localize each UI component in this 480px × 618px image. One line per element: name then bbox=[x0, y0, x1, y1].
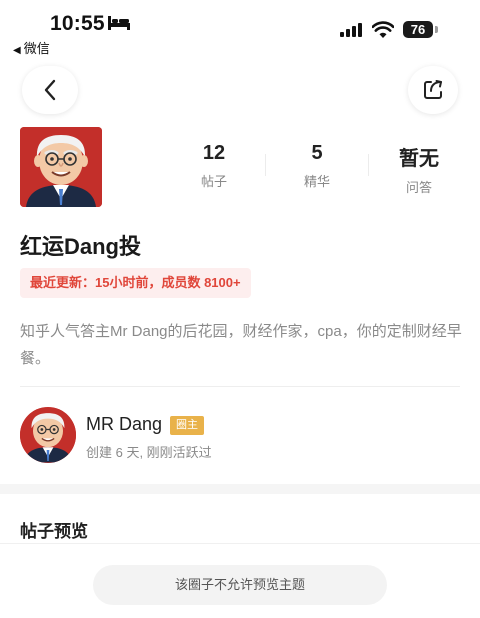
stat-label: 精华 bbox=[303, 174, 330, 189]
bed-icon bbox=[108, 16, 130, 30]
battery-icon: 76 bbox=[403, 21, 433, 38]
posts-preview-title: 帖子预览 bbox=[20, 522, 88, 541]
circle-title: 红运Dang投 bbox=[20, 234, 142, 259]
share-button[interactable] bbox=[408, 66, 458, 114]
wifi-icon bbox=[372, 21, 394, 38]
clock: 10:55 bbox=[50, 12, 105, 35]
back-to-wechat[interactable]: ◀ 微信 bbox=[13, 38, 50, 57]
stat-qa[interactable]: 暂无 问答 bbox=[379, 142, 459, 196]
owner-avatar[interactable] bbox=[20, 407, 76, 463]
stat-divider bbox=[265, 154, 266, 176]
owner-name[interactable]: MR Dang bbox=[86, 414, 162, 435]
stat-label: 帖子 bbox=[200, 174, 227, 189]
back-app-label: 微信 bbox=[23, 41, 50, 56]
stat-value: 5 bbox=[311, 142, 323, 164]
stat-value: 暂无 bbox=[399, 148, 439, 170]
divider bbox=[0, 543, 480, 544]
divider bbox=[20, 386, 460, 387]
stat-divider bbox=[368, 154, 369, 176]
status-bar: 10:55 ◀ 微信 76 bbox=[0, 0, 480, 58]
owner-activity: 创建 6 天, 刚刚活跃过 bbox=[86, 445, 212, 460]
signal-icon bbox=[340, 23, 362, 37]
stat-posts[interactable]: 12 帖子 bbox=[174, 142, 254, 190]
update-status-badge: 最近更新：15小时前，成员数 8100+ bbox=[20, 268, 251, 298]
circle-cover-image bbox=[20, 127, 102, 207]
preview-not-allowed-notice: 该圈子不允许预览主题 bbox=[93, 565, 387, 605]
stat-featured[interactable]: 5 精华 bbox=[277, 142, 357, 190]
back-button[interactable] bbox=[22, 66, 78, 114]
cartoon-portrait-icon bbox=[20, 407, 76, 463]
section-separator bbox=[0, 484, 480, 494]
circle-description: 知乎人气答主Mr Dang的后花园，财经作家，cpa，你的定制财经早餐。 bbox=[20, 323, 462, 367]
cartoon-portrait-icon bbox=[20, 127, 102, 207]
share-icon bbox=[424, 80, 442, 99]
owner-role-badge: 圈主 bbox=[170, 416, 204, 435]
stat-value: 12 bbox=[202, 142, 226, 164]
battery-cap bbox=[435, 26, 438, 33]
stat-label: 问答 bbox=[405, 180, 432, 195]
back-arrow-icon bbox=[44, 79, 56, 101]
